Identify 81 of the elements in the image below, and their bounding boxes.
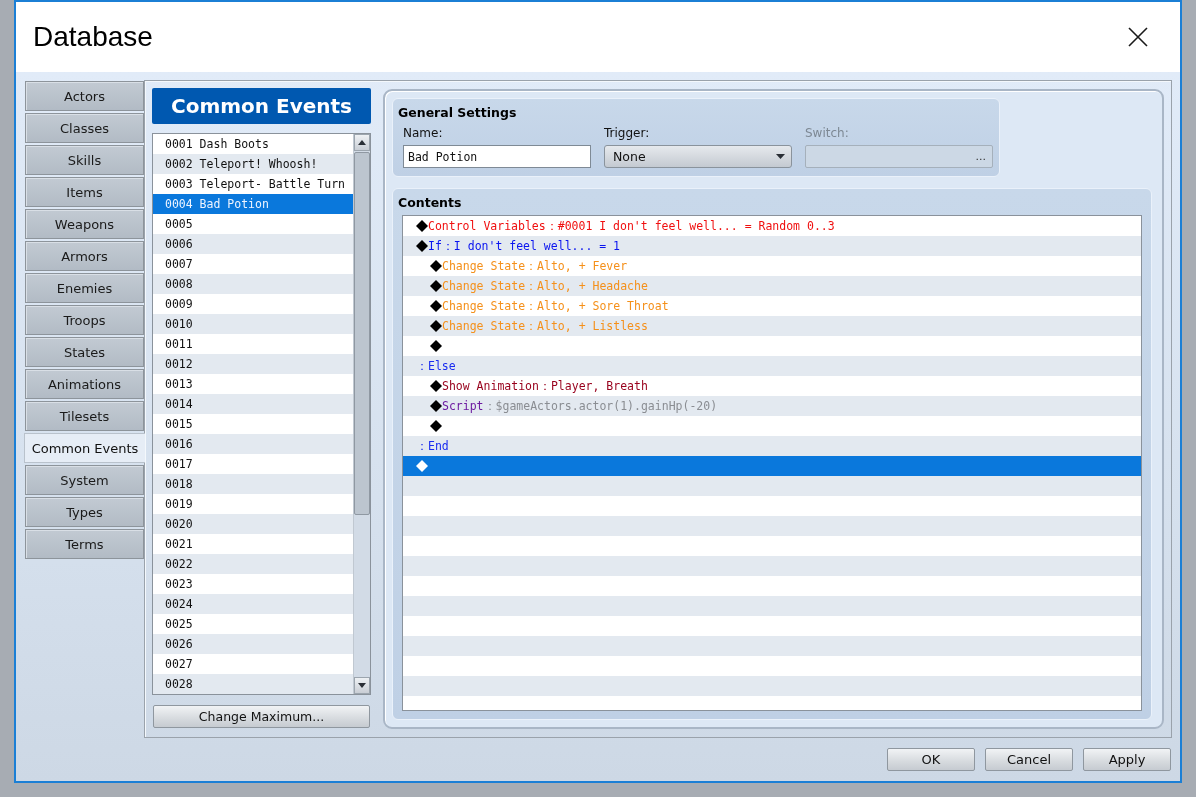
list-item[interactable]: 0017 xyxy=(153,454,353,474)
list-item[interactable]: 0024 xyxy=(153,594,353,614)
list-item[interactable]: 0013 xyxy=(153,374,353,394)
list-item[interactable]: 0026 xyxy=(153,634,353,654)
scroll-up-button[interactable] xyxy=(354,134,370,151)
category-tab[interactable]: Classes xyxy=(25,113,144,143)
category-tab[interactable]: Items xyxy=(25,177,144,207)
command-row[interactable]: Show Animation：Player, Breath xyxy=(403,376,1141,396)
triangle-down-icon xyxy=(358,683,366,688)
field-label: Name: xyxy=(403,125,443,141)
diamond-icon xyxy=(430,340,442,352)
diamond-icon xyxy=(430,400,442,412)
diamond-icon xyxy=(430,280,442,292)
caret-icon xyxy=(776,154,785,159)
category-tab[interactable]: States xyxy=(25,337,144,367)
list-item[interactable]: 0028 xyxy=(153,674,353,694)
list-item[interactable]: 0016 xyxy=(153,434,353,454)
command-row[interactable]: Control Variables：#0001 I don't feel well... = Random 0..3 xyxy=(403,216,1141,236)
list-item[interactable]: 0027 xyxy=(153,654,353,674)
scrollbar-thumb[interactable] xyxy=(354,152,370,515)
command-row[interactable]: ：Else xyxy=(403,356,1141,376)
category-tab[interactable]: Enemies xyxy=(25,273,144,303)
close-icon xyxy=(1128,27,1148,47)
list-item[interactable]: 0004 Bad Potion xyxy=(153,194,353,214)
window-title: Database xyxy=(33,21,153,53)
list-item[interactable]: 0005 xyxy=(153,214,353,234)
diamond-icon xyxy=(430,260,442,272)
category-tab[interactable]: Actors xyxy=(25,81,144,111)
list-item[interactable]: 0010 xyxy=(153,314,353,334)
change-maximum-button[interactable]: Change Maximum... xyxy=(153,705,370,728)
list-item[interactable]: 0001 Dash Boots xyxy=(153,134,353,154)
list-item[interactable]: 0021 xyxy=(153,534,353,554)
list-item[interactable]: 0011 xyxy=(153,334,353,354)
diamond-icon xyxy=(430,380,442,392)
trigger-dropdown[interactable]: None xyxy=(604,145,792,168)
command-row[interactable]: ：End xyxy=(403,436,1141,456)
field-label: Trigger: xyxy=(604,125,650,141)
category-tab[interactable]: Common Events xyxy=(24,433,145,463)
list-item[interactable]: 0014 xyxy=(153,394,353,414)
category-tab[interactable]: Animations xyxy=(25,369,144,399)
diamond-icon xyxy=(416,240,428,252)
list-item[interactable]: 0023 xyxy=(153,574,353,594)
list-item[interactable]: 0022 xyxy=(153,554,353,574)
diamond-icon xyxy=(416,460,428,472)
list-item[interactable]: 0019 xyxy=(153,494,353,514)
group-title: General Settings xyxy=(398,104,518,122)
category-tab[interactable]: Types xyxy=(25,497,144,527)
triangle-up-icon xyxy=(358,140,366,145)
diamond-icon xyxy=(430,420,442,432)
list-item[interactable]: 0015 xyxy=(153,414,353,434)
group-title: Contents xyxy=(398,194,463,212)
category-tab[interactable]: Terms xyxy=(25,529,144,559)
category-tab[interactable]: System xyxy=(25,465,144,495)
list-item[interactable]: 0007 xyxy=(153,254,353,274)
category-tab[interactable]: Troops xyxy=(25,305,144,335)
diamond-icon xyxy=(430,300,442,312)
dialog-button[interactable]: OK xyxy=(887,748,975,771)
list-item[interactable]: 0020 xyxy=(153,514,353,534)
category-tab[interactable]: Tilesets xyxy=(25,401,144,431)
list-item[interactable]: 0009 xyxy=(153,294,353,314)
list-item[interactable]: 0025 xyxy=(153,614,353,634)
list-item[interactable]: 0002 Teleport! Whoosh! xyxy=(153,154,353,174)
command-row[interactable]: If：I don't feel well... = 1 xyxy=(403,236,1141,256)
scroll-down-button[interactable] xyxy=(354,677,370,694)
list-header: Common Events xyxy=(152,88,371,124)
list-item[interactable]: 0018 xyxy=(153,474,353,494)
category-tab[interactable]: Skills xyxy=(25,145,144,175)
list-item[interactable]: 0003 Teleport- Battle Turn xyxy=(153,174,353,194)
category-tab[interactable]: Weapons xyxy=(25,209,144,239)
command-row[interactable]: Script：$gameActors.actor(1).gainHp(-20) xyxy=(403,396,1141,416)
list-item[interactable]: 0008 xyxy=(153,274,353,294)
dialog-button[interactable]: Apply xyxy=(1083,748,1171,771)
category-tab[interactable]: Armors xyxy=(25,241,144,271)
list-item[interactable]: 0006 xyxy=(153,234,353,254)
diamond-icon xyxy=(430,320,442,332)
command-row[interactable] xyxy=(403,456,1141,476)
dialog-button[interactable]: Cancel xyxy=(985,748,1073,771)
field-label: Switch: xyxy=(805,125,849,141)
list-item[interactable]: 0012 xyxy=(153,354,353,374)
name-field[interactable]: Bad Potion xyxy=(403,145,591,168)
diamond-icon xyxy=(416,220,428,232)
